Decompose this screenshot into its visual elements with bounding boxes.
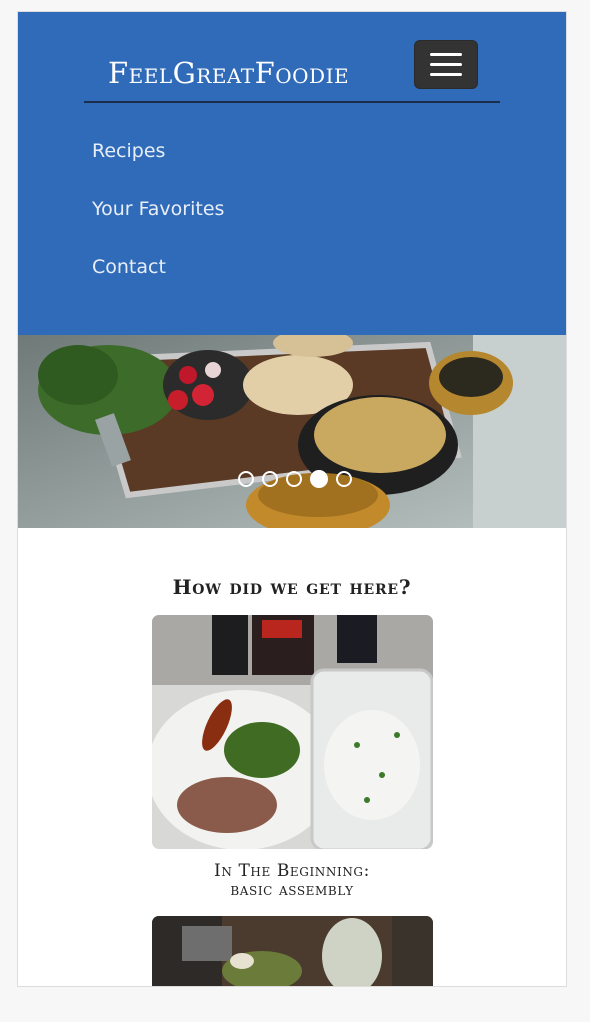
brand-divider — [84, 101, 500, 103]
hero-carousel[interactable] — [18, 335, 566, 528]
meal-prep-photo — [152, 615, 433, 849]
carousel-dot[interactable] — [262, 471, 278, 487]
card-caption-line1: In The Beginning: — [214, 861, 370, 881]
card-image-next[interactable] — [152, 916, 433, 986]
nav-link-recipes[interactable]: Recipes — [92, 133, 165, 169]
navbar: FeelGreatFoodie Recipes Your Favorites C… — [18, 12, 566, 335]
carousel-dot[interactable] — [336, 471, 352, 487]
card-image-beginning[interactable] — [152, 615, 433, 849]
hamburger-menu-icon — [430, 53, 462, 56]
card-caption-beginning[interactable]: In The Beginning: basic assembly — [18, 862, 566, 900]
page-frame: FeelGreatFoodie Recipes Your Favorites C… — [17, 11, 567, 987]
menu-toggle-button[interactable] — [414, 40, 478, 89]
kitchen-photo — [152, 916, 433, 986]
hamburger-menu-icon-bar — [430, 73, 462, 76]
brand-logo-link[interactable]: FeelGreatFoodie — [108, 56, 349, 90]
nav-item-contact: Contact — [92, 249, 224, 307]
nav-link-favorites[interactable]: Your Favorites — [92, 191, 224, 227]
nav-link-contact[interactable]: Contact — [92, 249, 166, 285]
carousel-dot[interactable] — [238, 471, 254, 487]
nav-menu: Recipes Your Favorites Contact — [92, 133, 224, 307]
nav-item-favorites: Your Favorites — [92, 191, 224, 249]
card-caption-line2: basic assembly — [230, 880, 354, 900]
nav-item-recipes: Recipes — [92, 133, 224, 191]
hamburger-menu-icon-bar — [430, 63, 462, 66]
carousel-dot-active[interactable] — [310, 470, 328, 488]
hero-food-photo — [18, 335, 566, 528]
carousel-indicators — [238, 470, 352, 488]
carousel-dot[interactable] — [286, 471, 302, 487]
section-title: How did we get here? — [172, 575, 412, 599]
